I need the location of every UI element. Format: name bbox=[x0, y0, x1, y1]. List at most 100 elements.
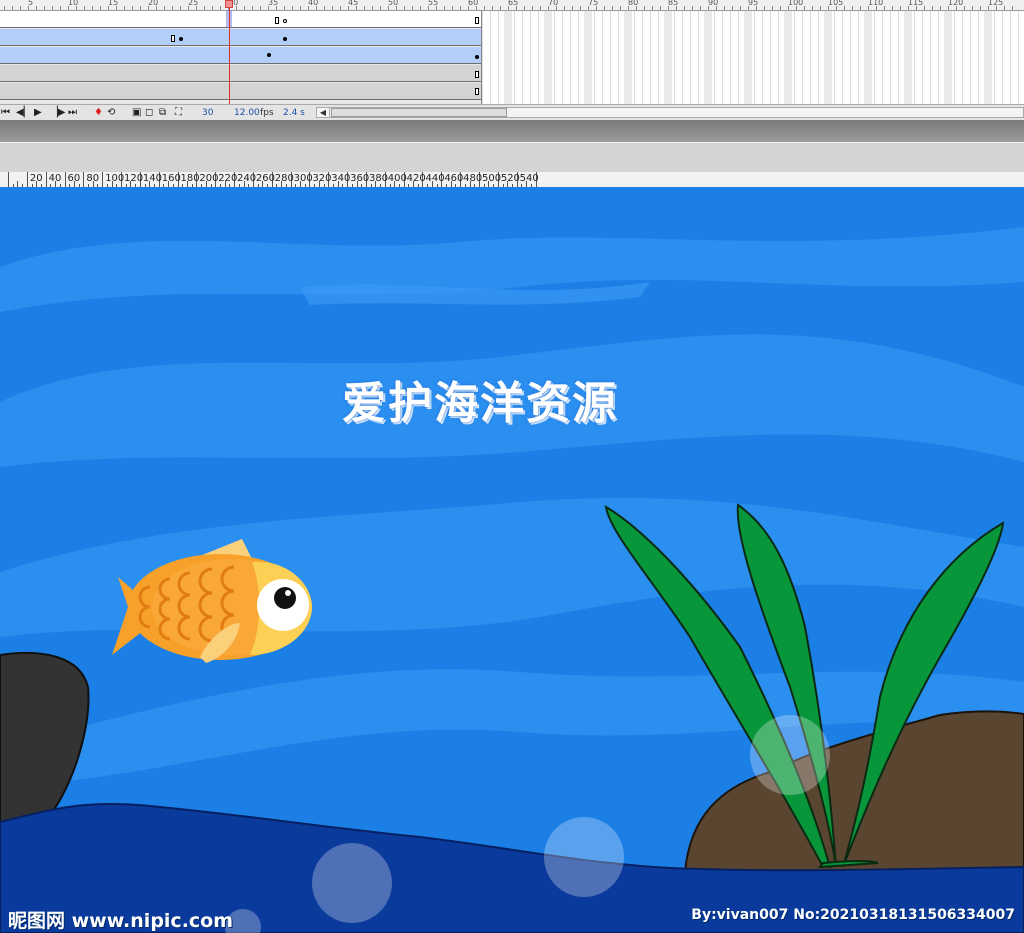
bubble bbox=[544, 817, 624, 897]
frame-tick bbox=[132, 6, 133, 10]
onion-skin-icon[interactable]: ▣ bbox=[132, 107, 141, 119]
loop-icon[interactable]: ⟲ bbox=[107, 107, 115, 119]
frame-tick bbox=[532, 6, 533, 10]
keyframe-blank[interactable] bbox=[171, 35, 175, 42]
frame-tick bbox=[500, 6, 501, 10]
frame-number: 85 bbox=[668, 0, 679, 7]
frame-tick bbox=[644, 6, 645, 10]
frame-tick bbox=[564, 6, 565, 10]
ruler-number: 540 bbox=[519, 173, 539, 184]
play-icon[interactable]: ▶ bbox=[34, 107, 42, 119]
stage-ruler: 20 40 60 80 100 120 140 160 180 200 220 240 260 280 30… bbox=[0, 172, 1024, 188]
keyframe-empty[interactable] bbox=[283, 19, 287, 23]
frame-tick bbox=[652, 6, 653, 10]
frame-band bbox=[824, 11, 832, 104]
frame-number: 100 bbox=[788, 0, 804, 7]
ruler-number: 60 bbox=[67, 173, 81, 184]
last-frame-icon[interactable]: ⏭ bbox=[68, 107, 77, 119]
onion-outline-icon[interactable]: ◻ bbox=[145, 107, 153, 119]
keyframe[interactable] bbox=[283, 37, 287, 41]
ruler-number: 260 bbox=[255, 173, 275, 184]
edit-multiple-icon[interactable]: ⧉ bbox=[159, 107, 166, 119]
frame-tick bbox=[332, 6, 333, 10]
frame-tick bbox=[692, 6, 693, 10]
frame-tick bbox=[804, 6, 805, 10]
frame-number: 105 bbox=[828, 0, 844, 7]
frame-tick bbox=[324, 6, 325, 10]
frame-band bbox=[584, 11, 592, 104]
frame-number: 15 bbox=[108, 0, 119, 7]
playhead-handle[interactable] bbox=[225, 0, 233, 8]
frame-band bbox=[624, 11, 632, 104]
elapsed-time: 2.4 s bbox=[283, 108, 305, 118]
stage-artwork bbox=[0, 187, 1024, 933]
step-back-icon[interactable]: ◀▏ bbox=[16, 107, 31, 119]
frame-rate[interactable]: 12.00 bbox=[234, 107, 260, 119]
frame-tick bbox=[204, 6, 205, 10]
frame-tick bbox=[604, 6, 605, 10]
frame-ruler[interactable]: 5 10 15 20 25 30 35 40 45 50 55 60 65 70 75 80 85 90 95 100… bbox=[0, 0, 1024, 11]
frame-tick bbox=[220, 6, 221, 10]
center-frame-icon[interactable]: ♦ bbox=[94, 107, 103, 119]
ruler-number: 460 bbox=[444, 173, 464, 184]
ruler-number: 40 bbox=[48, 173, 62, 184]
frame-tick bbox=[484, 6, 485, 10]
frame-tick bbox=[1012, 6, 1013, 10]
playhead[interactable] bbox=[229, 0, 230, 104]
frame-tick bbox=[844, 6, 845, 10]
ruler-number: 100 bbox=[105, 173, 125, 184]
bubble bbox=[750, 715, 830, 795]
frame-tick bbox=[380, 6, 381, 10]
frame-number: 95 bbox=[748, 0, 759, 7]
frame-tick bbox=[700, 6, 701, 10]
watermark-author: By:vivan007 No:20210318131506334007 bbox=[691, 907, 1015, 923]
keyframe-blank[interactable] bbox=[475, 88, 479, 95]
frame-tick bbox=[980, 6, 981, 10]
layer-row[interactable] bbox=[0, 47, 481, 64]
frame-number: 70 bbox=[548, 0, 559, 7]
frame-tick bbox=[860, 6, 861, 10]
step-forward-icon[interactable]: ▕▶ bbox=[50, 107, 65, 119]
frame-tick bbox=[164, 6, 165, 10]
layer-row[interactable] bbox=[0, 65, 481, 82]
timeline-scrollbar[interactable]: ◀ bbox=[316, 107, 1024, 118]
frame-tick bbox=[244, 6, 245, 10]
frame-tick bbox=[724, 6, 725, 10]
frame-tick bbox=[20, 6, 21, 10]
frame-tick bbox=[820, 6, 821, 10]
keyframe[interactable] bbox=[267, 53, 271, 57]
watermark-site: 昵图网 www.nipic.com bbox=[8, 910, 234, 932]
keyframe-blank[interactable] bbox=[275, 17, 279, 24]
scroll-left-icon[interactable]: ◀ bbox=[317, 108, 330, 117]
keyframe[interactable] bbox=[179, 37, 183, 41]
ruler-tick bbox=[45, 172, 47, 187]
frame-tick bbox=[212, 6, 213, 10]
stage[interactable]: 爱护海洋资源 昵图网 www.nipic.com By:vivan007 No:… bbox=[0, 187, 1024, 933]
frame-tick bbox=[124, 6, 125, 10]
frame-band bbox=[504, 11, 512, 104]
ruler-tick bbox=[83, 172, 85, 187]
first-frame-icon[interactable]: ⏮ bbox=[1, 107, 10, 119]
layer-row-selected[interactable] bbox=[0, 29, 481, 46]
bubble bbox=[312, 843, 392, 923]
ruler-number: 320 bbox=[312, 173, 332, 184]
layer-row[interactable] bbox=[0, 11, 481, 28]
frame-number: 60 bbox=[468, 0, 479, 7]
frame-tick bbox=[172, 6, 173, 10]
keyframe-blank[interactable] bbox=[475, 17, 479, 24]
frame-tick bbox=[260, 6, 261, 10]
empty-frames-area[interactable] bbox=[481, 11, 1024, 104]
onion-markers-icon[interactable]: ⛶ bbox=[175, 107, 182, 119]
panel-divider[interactable] bbox=[0, 120, 1024, 142]
frame-tick bbox=[612, 6, 613, 10]
layer-row[interactable] bbox=[0, 83, 481, 100]
frame-number: 115 bbox=[908, 0, 924, 7]
scrollbar-thumb[interactable] bbox=[331, 108, 507, 117]
keyframe-blank[interactable] bbox=[475, 71, 479, 78]
frame-tick bbox=[12, 6, 13, 10]
keyframe[interactable] bbox=[475, 55, 479, 59]
frame-number: 80 bbox=[628, 0, 639, 7]
ruler-number: 240 bbox=[237, 173, 257, 184]
frame-tick bbox=[44, 6, 45, 10]
frame-tick bbox=[460, 6, 461, 10]
